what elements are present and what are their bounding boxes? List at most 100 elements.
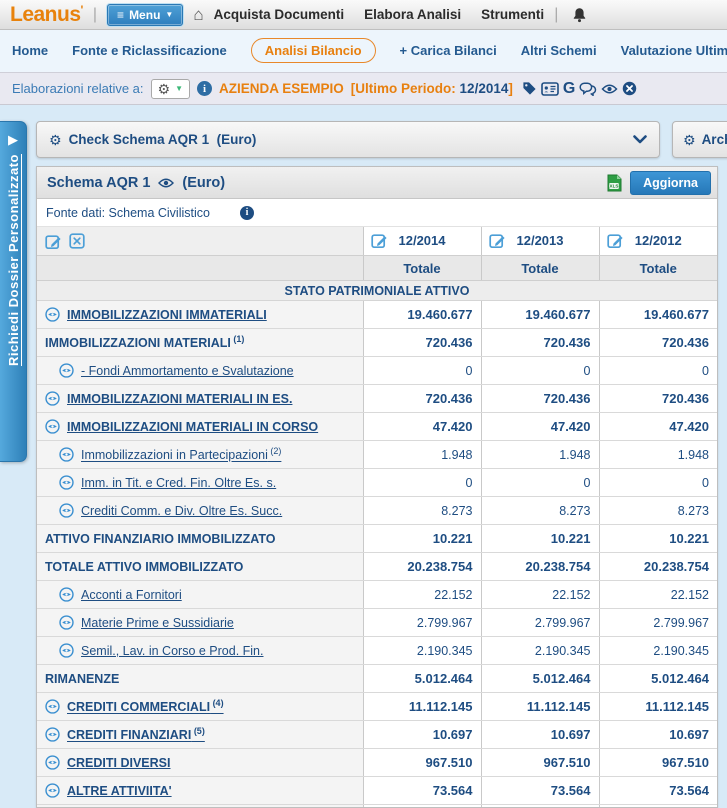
table-row: IMMOBILIZZAZIONI MATERIALI IN ES. 720.436… bbox=[37, 384, 717, 413]
row-label[interactable]: IMMOBILIZZAZIONI MATERIALI IN ES. bbox=[67, 392, 292, 406]
row-label[interactable]: IMMOBILIZZAZIONI IMMATERIALI bbox=[67, 308, 267, 322]
subheader-cell: Totale bbox=[598, 255, 717, 281]
row-label[interactable]: Immobilizzazioni in Partecipazioni (2) bbox=[81, 446, 281, 462]
eye-icon[interactable] bbox=[59, 363, 74, 378]
row-label: RIMANENZE bbox=[45, 671, 120, 686]
close-circle-icon[interactable] bbox=[622, 81, 637, 96]
menu-button[interactable]: ≡ Menu ▼ bbox=[107, 3, 184, 26]
row-label[interactable]: CREDITI COMMERCIALI (4) bbox=[67, 698, 224, 714]
value-cell: 73.564 bbox=[480, 776, 599, 805]
row-label-cell: CREDITI DIVERSI bbox=[37, 748, 363, 777]
company-name[interactable]: AZIENDA ESEMPIO bbox=[219, 81, 344, 96]
value-cell: 2.799.967 bbox=[480, 608, 599, 637]
excel-export-icon[interactable]: XLS bbox=[606, 174, 622, 192]
value-cell: 967.510 bbox=[362, 748, 481, 777]
home-icon[interactable]: ⌂ bbox=[193, 6, 203, 23]
table-row: ATTIVO FINANZIARIO IMMOBILIZZATO 10.221 10… bbox=[37, 524, 717, 553]
value-cell: 720.436 bbox=[480, 328, 599, 357]
eye-icon[interactable] bbox=[59, 643, 74, 658]
row-label[interactable]: Acconti a Fornitori bbox=[81, 588, 182, 602]
row-label[interactable]: Imm. in Tit. e Cred. Fin. Oltre Es. s. bbox=[81, 476, 276, 490]
value-cell: 19.460.677 bbox=[480, 300, 599, 329]
table-row: TOTALE ATTIVO IMMOBILIZZATO 20.238.754 20.… bbox=[37, 552, 717, 581]
google-icon[interactable]: G bbox=[563, 80, 575, 97]
eye-icon[interactable] bbox=[45, 727, 60, 742]
expand-arrow-icon[interactable]: ▶ bbox=[8, 132, 18, 148]
value-cell: 10.697 bbox=[598, 720, 717, 749]
value-cell: 47.420 bbox=[480, 412, 599, 441]
nav-tab-valutazione-ultimo-periodo[interactable]: Valutazione Ultimo Periodo bbox=[621, 39, 727, 58]
table-row: ALTRE ATTIVIITA' 73.564 73.564 73.564 bbox=[37, 776, 717, 805]
elaboration-toolbar: Elaborazioni relative a: ⚙ ▼ i AZIENDA E… bbox=[0, 72, 727, 105]
nav-tab-fonte-e-riclassificazione[interactable]: Fonte e Riclassificazione bbox=[72, 39, 227, 58]
eye-icon[interactable] bbox=[59, 475, 74, 490]
eye-icon[interactable] bbox=[45, 699, 60, 714]
update-button[interactable]: Aggiorna bbox=[630, 170, 711, 195]
eye-icon[interactable] bbox=[59, 615, 74, 630]
row-label[interactable]: ALTRE ATTIVIITA' bbox=[67, 784, 172, 798]
row-label[interactable]: Crediti Comm. e Div. Oltre Es. Succ. bbox=[81, 504, 282, 518]
row-label-cell: Imm. in Tit. e Cred. Fin. Oltre Es. s. bbox=[37, 468, 363, 497]
tag-icon[interactable] bbox=[522, 81, 537, 96]
table-period-header-row: 12/2014 12/2013 12/2012 bbox=[37, 227, 717, 256]
edit-icon[interactable] bbox=[370, 232, 388, 249]
row-label[interactable]: CREDITI DIVERSI bbox=[67, 756, 171, 770]
value-cell: 10.221 bbox=[362, 524, 481, 553]
comments-icon[interactable] bbox=[579, 81, 597, 96]
last-period-value: 12/2014 bbox=[459, 81, 509, 96]
info-icon[interactable]: i bbox=[197, 81, 213, 96]
table-section-row: STATO PATRIMONIALE ATTIVO bbox=[37, 280, 717, 301]
row-label[interactable]: IMMOBILIZZAZIONI MATERIALI IN CORSO bbox=[67, 420, 318, 434]
eye-icon[interactable] bbox=[45, 755, 60, 770]
value-cell: 967.510 bbox=[598, 748, 717, 777]
nav-tab-analisi-bilancio[interactable]: Analisi Bilancio bbox=[250, 38, 376, 63]
id-card-icon[interactable] bbox=[541, 81, 559, 96]
eye-icon[interactable] bbox=[59, 447, 74, 462]
value-cell: 73.564 bbox=[362, 776, 481, 805]
panel-currency: (Euro) bbox=[182, 174, 226, 191]
eye-icon[interactable] bbox=[59, 503, 74, 518]
delete-column-icon[interactable] bbox=[69, 233, 85, 249]
row-label[interactable]: - Fondi Ammortamento e Svalutazione bbox=[81, 364, 294, 378]
edit-icon[interactable] bbox=[488, 232, 506, 249]
dossier-tab-label[interactable]: Richiedi Dossier Personalizzato bbox=[6, 154, 21, 366]
row-label[interactable]: CREDITI FINANZIARI (5) bbox=[67, 726, 205, 742]
archive-bar[interactable]: ⚙ Archivio bbox=[672, 121, 727, 158]
nav-tab--carica-bilanci[interactable]: + Carica Bilanci bbox=[400, 39, 497, 58]
topnav-item[interactable]: Strumenti bbox=[481, 7, 544, 22]
value-cell: 47.420 bbox=[362, 412, 481, 441]
eye-icon[interactable] bbox=[45, 419, 60, 434]
leanus-logo[interactable]: Leanus' bbox=[10, 3, 83, 27]
row-label-cell: Attività Finanziarie bbox=[37, 804, 363, 807]
topnav-item[interactable]: Elabora Analisi bbox=[364, 7, 461, 22]
topnav-item[interactable]: Acquista Documenti bbox=[214, 7, 345, 22]
value-cell: 0 bbox=[598, 468, 717, 497]
eye-icon[interactable] bbox=[45, 307, 60, 322]
value-cell: 720.436 bbox=[598, 328, 717, 357]
settings-dropdown[interactable]: ⚙ ▼ bbox=[150, 78, 191, 99]
chevron-down-icon[interactable] bbox=[633, 135, 647, 144]
table-row: Immobilizzazioni in Partecipazioni (2) 1.… bbox=[37, 440, 717, 469]
table-row: IMMOBILIZZAZIONI MATERIALI IN CORSO 47.42… bbox=[37, 412, 717, 441]
info-icon[interactable]: i bbox=[239, 205, 254, 220]
row-label[interactable]: Semil., Lav. in Corso e Prod. Fin. bbox=[81, 644, 263, 658]
eye-icon[interactable] bbox=[45, 391, 60, 406]
eye-icon[interactable] bbox=[45, 783, 60, 798]
check-schema-bar[interactable]: ⚙ Check Schema AQR 1 (Euro) bbox=[36, 121, 660, 158]
row-label-cell: TOTALE ATTIVO IMMOBILIZZATO bbox=[37, 552, 363, 581]
value-cell: 20.238.754 bbox=[598, 552, 717, 581]
edit-icon[interactable] bbox=[45, 233, 62, 250]
bell-icon[interactable] bbox=[572, 7, 587, 23]
nav-tab-altri-schemi[interactable]: Altri Schemi bbox=[521, 39, 597, 58]
row-label[interactable]: Materie Prime e Sussidiarie bbox=[81, 616, 234, 630]
edit-icon[interactable] bbox=[606, 232, 624, 249]
dossier-side-tab[interactable]: ▶ Richiedi Dossier Personalizzato bbox=[0, 121, 27, 462]
table-row: RIMANENZE 5.012.464 5.012.464 5.012.464 bbox=[37, 664, 717, 693]
value-cell: 10.221 bbox=[598, 524, 717, 553]
eye-icon[interactable] bbox=[59, 587, 74, 602]
value-cell: 0 bbox=[480, 468, 599, 497]
eye-icon[interactable] bbox=[601, 83, 618, 95]
eye-icon[interactable] bbox=[158, 177, 175, 189]
value-cell: 11.112.145 bbox=[362, 692, 481, 721]
nav-tab-home[interactable]: Home bbox=[12, 39, 48, 58]
